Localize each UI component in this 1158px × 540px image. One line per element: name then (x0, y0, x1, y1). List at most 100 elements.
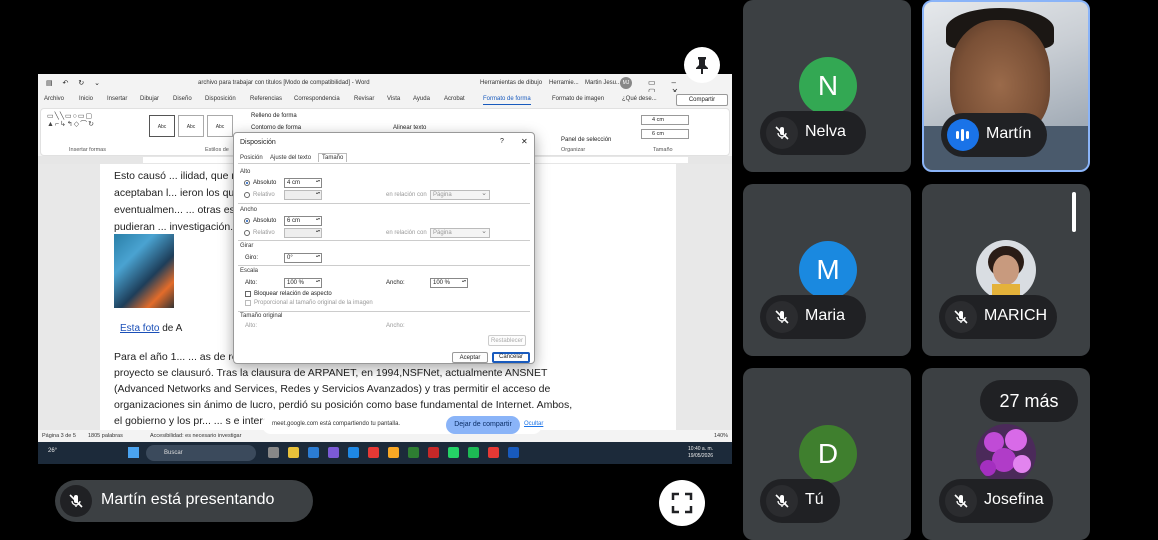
tab-tamano[interactable]: Tamaño (318, 153, 348, 162)
align-text-button[interactable]: Alinear texto (393, 125, 426, 131)
stop-sharing-button[interactable]: Dejar de compartir (446, 416, 520, 434)
shape-style-1[interactable]: Abc (149, 115, 175, 137)
tab-posicion[interactable]: Posición (240, 155, 263, 161)
shape-style-3[interactable]: Abc (207, 115, 233, 137)
shape-outline-button[interactable]: Contorno de forma (251, 125, 301, 131)
participant-tile-martin[interactable]: Martín (922, 0, 1090, 172)
outlook-icon[interactable] (308, 447, 319, 458)
tab-inicio[interactable]: Inicio (79, 96, 93, 102)
caption-link[interactable]: Esta foto (120, 323, 159, 334)
taskview-icon[interactable] (268, 447, 279, 458)
edge-icon[interactable] (348, 447, 359, 458)
avatar: N (799, 57, 857, 115)
scale-alto-field[interactable]: 100 % (284, 278, 322, 288)
participant-tile-self[interactable]: D Tú (743, 368, 911, 540)
alto-absoluto-field[interactable]: 4 cm (284, 178, 322, 188)
fullscreen-button[interactable] (659, 480, 705, 526)
alto-relativo-field[interactable] (284, 190, 322, 200)
participant-tile-maria[interactable]: M Maria (743, 184, 911, 356)
word-icon[interactable] (508, 447, 519, 458)
tab-referencias[interactable]: Referencias (250, 96, 282, 102)
folder-icon[interactable] (388, 447, 399, 458)
document-image[interactable] (114, 234, 174, 308)
tab-revisar[interactable]: Revisar (354, 96, 374, 102)
tab-disposicion[interactable]: Disposición (205, 96, 236, 102)
scale-ancho-field[interactable]: 100 % (430, 278, 468, 288)
teams-icon[interactable] (328, 447, 339, 458)
reset-button[interactable]: Restablecer (488, 335, 526, 346)
ancho-relation-select[interactable]: Página (430, 227, 490, 238)
pin-button[interactable] (684, 47, 720, 83)
pdf-icon[interactable] (428, 447, 439, 458)
tab-insertar[interactable]: Insertar (107, 96, 127, 102)
proportional-checkbox[interactable] (245, 300, 251, 306)
shape-fill-button[interactable]: Relleno de forma (251, 113, 297, 119)
tab-ayuda[interactable]: Ayuda (413, 96, 430, 102)
tab-correspondencia[interactable]: Correspondencia (294, 96, 340, 102)
tab-diseno[interactable]: Diseño (173, 96, 192, 102)
quick-access-icons[interactable]: ▤ ↶ ↻ ⌄ (46, 79, 104, 87)
ancho-relation-label: en relación con (386, 230, 427, 236)
tab-vista[interactable]: Vista (387, 96, 400, 102)
participants-scrollbar[interactable] (1072, 192, 1076, 232)
lock-ratio-checkbox[interactable] (245, 291, 251, 297)
participant-tile-nelva[interactable]: N Nelva (743, 0, 911, 172)
participant-name: MARICH (984, 307, 1048, 324)
shape-height-field[interactable]: 4 cm (641, 115, 689, 125)
tab-formato-imagen[interactable]: Formato de imagen (552, 96, 604, 102)
taskbar-clock[interactable]: 10:40 a. m. 19/05/2026 (688, 446, 713, 460)
ancho-relativo-field[interactable] (284, 228, 322, 238)
cancel-button[interactable]: Cancelar (492, 352, 530, 363)
tab-dibujar[interactable]: Dibujar (140, 96, 159, 102)
hide-link[interactable]: Ocultar (524, 421, 543, 427)
whatsapp-icon[interactable] (448, 447, 459, 458)
accessibility-status[interactable]: Accesibilidad: es necesario investigar (150, 433, 241, 439)
ancho-absoluto-radio[interactable] (244, 218, 250, 224)
windows-icon[interactable] (128, 447, 139, 458)
chrome-icon[interactable] (368, 447, 379, 458)
alto-absoluto-label: Absoluto (253, 180, 277, 186)
page-count[interactable]: Página 3 de 5 (42, 433, 76, 439)
weather-temp[interactable]: 26° (48, 448, 57, 454)
giro-label: Giro: (245, 255, 259, 261)
tell-me-search[interactable]: ¿Qué dese... (622, 96, 657, 102)
user-avatar[interactable]: MJ (620, 77, 632, 89)
alto-relation-select[interactable]: Página (430, 189, 490, 200)
lock-ratio-label: Bloquear relación de aspecto (254, 291, 332, 297)
taskbar-search[interactable]: Buscar (146, 445, 256, 461)
ancho-absoluto-field[interactable]: 6 cm (284, 216, 322, 226)
excel-icon[interactable] (408, 447, 419, 458)
tab-acrobat[interactable]: Acrobat (444, 96, 465, 102)
tab-formato-forma[interactable]: Formato de forma (483, 96, 531, 105)
more-participants-button[interactable]: 27 más (980, 380, 1078, 422)
share-button[interactable]: Compartir (676, 94, 728, 106)
chrome2-icon[interactable] (488, 447, 499, 458)
alto-relativo-radio[interactable] (244, 192, 250, 198)
alto-absoluto-radio[interactable] (244, 180, 250, 186)
selection-pane-button[interactable]: Panel de selección (561, 137, 611, 143)
ancho-relativo-label: Relativo (253, 230, 275, 236)
presentation-tile[interactable]: ▤ ↶ ↻ ⌄ archivo para trabajar con titulo… (38, 0, 732, 540)
giro-field[interactable]: 0° (284, 253, 322, 263)
tab-archivo[interactable]: Archivo (44, 96, 64, 102)
presenter-label: Martín está presentando (55, 480, 313, 522)
zoom-level[interactable]: 140% (714, 433, 728, 439)
mic-off-icon (945, 301, 977, 333)
close-icon[interactable]: ✕ (521, 137, 528, 146)
word-count[interactable]: 1805 palabras (88, 433, 123, 439)
tab-ajuste-texto[interactable]: Ajuste del texto (270, 155, 311, 161)
ok-button[interactable]: Aceptar (452, 352, 488, 363)
shape-width-field[interactable]: 6 cm (641, 129, 689, 139)
spotify-icon[interactable] (468, 447, 479, 458)
user-name[interactable]: Martin Jesu... (585, 80, 621, 86)
explorer-icon[interactable] (288, 447, 299, 458)
ancho-relativo-radio[interactable] (244, 230, 250, 236)
shape-style-2[interactable]: Abc (178, 115, 204, 137)
dialog-title: Disposición (240, 139, 276, 146)
participant-tile-marich[interactable]: MARICH (922, 184, 1090, 356)
participant-name: Nelva (805, 123, 846, 140)
caption-text: de A (159, 323, 183, 334)
profile-photo (976, 240, 1036, 300)
help-button[interactable]: ? (500, 138, 504, 145)
shapes-gallery[interactable]: ▭╲╲▭○▭▢ ▲⌐↳↰◇⌒↻ (47, 113, 111, 139)
